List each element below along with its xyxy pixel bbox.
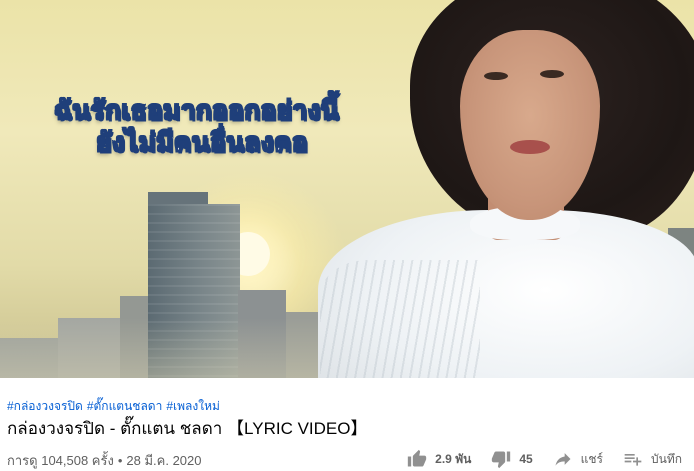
singer-lips	[510, 140, 550, 154]
dislike-count: 45	[519, 452, 533, 466]
video-title: กล่องวงจรปิด - ตั๊กแตน ชลดา 【LYRIC VIDEO…	[7, 419, 368, 438]
view-count: การดู 104,508 ครั้ง	[7, 453, 114, 468]
save-button[interactable]: บันทึก	[623, 449, 682, 469]
thumb-down-icon	[492, 451, 511, 469]
shirt-pleats	[320, 260, 480, 378]
singer-eye	[540, 70, 564, 78]
thumb-up-icon	[408, 449, 427, 467]
like-button[interactable]: 2.9 พัน	[407, 449, 471, 469]
playlist-add-icon	[624, 454, 642, 466]
video-player[interactable]: ฉันรักเธอมากออกอย่างนี้ ยังไม่มีคนอื่นลง…	[0, 0, 694, 378]
upload-date: 28 มี.ค. 2020	[126, 453, 202, 468]
building-top	[148, 192, 208, 204]
meta-separator: •	[117, 453, 123, 468]
share-icon	[555, 453, 571, 466]
action-bar: 2.9 พัน 45 แชร์ บันทึก	[407, 449, 682, 469]
singer-eye	[484, 72, 508, 80]
share-label: แชร์	[580, 451, 603, 466]
dislike-button[interactable]: 45	[491, 449, 533, 469]
video-meta: การดู 104,508 ครั้ง • 28 มี.ค. 2020	[7, 450, 202, 471]
lyric-line-2: ยังไม่มีคนอื่นลงคอ	[95, 127, 308, 159]
save-label: บันทึก	[651, 451, 682, 466]
share-button[interactable]: แชร์	[553, 449, 603, 469]
like-count: 2.9 พัน	[435, 451, 472, 466]
